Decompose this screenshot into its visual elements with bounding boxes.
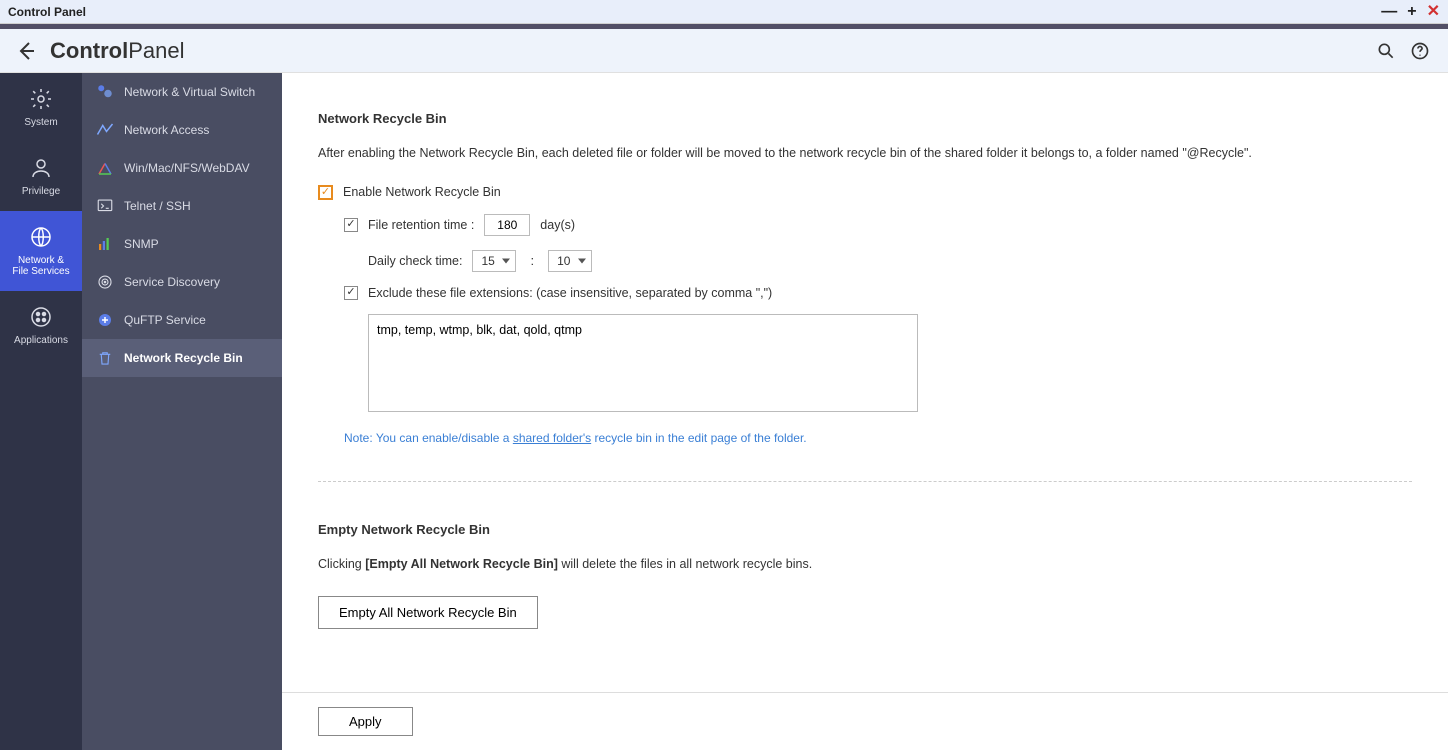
- subnav-network-virtual-switch[interactable]: Network & Virtual Switch: [82, 73, 282, 111]
- globe-icon: [29, 225, 53, 249]
- chart-icon: [96, 235, 114, 253]
- subnav-service-discovery[interactable]: Service Discovery: [82, 263, 282, 301]
- window-title: Control Panel: [8, 5, 1381, 19]
- exclude-extensions-label: Exclude these file extensions: (case ins…: [368, 286, 772, 300]
- time-separator: :: [530, 253, 534, 268]
- subnav-label: SNMP: [124, 237, 159, 251]
- subnav-label: QuFTP Service: [124, 313, 206, 327]
- subnav-label: Win/Mac/NFS/WebDAV: [124, 161, 250, 175]
- window-titlebar: Control Panel — + ✕: [0, 0, 1448, 24]
- retention-unit: day(s): [540, 218, 575, 232]
- shared-folders-link[interactable]: shared folder's: [513, 431, 591, 445]
- enable-recycle-bin-checkbox[interactable]: [318, 185, 333, 200]
- help-button[interactable]: [1406, 37, 1434, 65]
- virtual-switch-icon: [96, 83, 114, 101]
- rail-label: Network & File Services: [12, 255, 69, 277]
- file-retention-checkbox[interactable]: [344, 218, 358, 232]
- rail-label: Privilege: [22, 186, 60, 197]
- network-access-icon: [96, 121, 114, 139]
- rail-item-applications[interactable]: Applications: [0, 291, 82, 360]
- section-divider: [318, 481, 1412, 482]
- subnav-label: Service Discovery: [124, 275, 220, 289]
- exclude-extensions-checkbox[interactable]: [344, 286, 358, 300]
- footer-bar: Apply: [282, 692, 1448, 750]
- rail-label: Applications: [14, 335, 68, 346]
- subnav-label: Network Access: [124, 123, 209, 137]
- exclude-extensions-textarea[interactable]: [368, 314, 918, 412]
- section-title-empty-recycle-bin: Empty Network Recycle Bin: [318, 522, 1412, 537]
- window-close-button[interactable]: ✕: [1427, 4, 1440, 20]
- sub-nav: Network & Virtual Switch Network Access …: [82, 73, 282, 750]
- ftp-icon: [96, 311, 114, 329]
- daily-check-label: Daily check time:: [368, 254, 462, 268]
- protocols-icon: [96, 159, 114, 177]
- window-maximize-button[interactable]: +: [1407, 4, 1416, 20]
- search-button[interactable]: [1372, 37, 1400, 65]
- subnav-snmp[interactable]: SNMP: [82, 225, 282, 263]
- section-title-network-recycle-bin: Network Recycle Bin: [318, 111, 1412, 126]
- file-retention-label: File retention time :: [368, 218, 474, 232]
- apply-button[interactable]: Apply: [318, 707, 413, 736]
- radar-icon: [96, 273, 114, 291]
- window-minimize-button[interactable]: —: [1381, 4, 1397, 20]
- app-title: ControlPanel: [50, 38, 184, 64]
- enable-recycle-bin-label: Enable Network Recycle Bin: [343, 185, 501, 199]
- note-text: Note: You can enable/disable a shared fo…: [344, 431, 1412, 445]
- daily-check-minute-select[interactable]: 10: [548, 250, 592, 272]
- rail-label: System: [24, 117, 57, 128]
- subnav-network-recycle-bin[interactable]: Network Recycle Bin: [82, 339, 282, 377]
- subnav-label: Network & Virtual Switch: [124, 85, 255, 99]
- rail-item-privilege[interactable]: Privilege: [0, 142, 82, 211]
- gear-icon: [29, 87, 53, 111]
- header-bar: ControlPanel: [0, 29, 1448, 73]
- subnav-telnet-ssh[interactable]: Telnet / SSH: [82, 187, 282, 225]
- subnav-network-access[interactable]: Network Access: [82, 111, 282, 149]
- subnav-label: Network Recycle Bin: [124, 351, 243, 365]
- daily-check-hour-select[interactable]: 15: [472, 250, 516, 272]
- terminal-icon: [96, 197, 114, 215]
- subnav-quftp-service[interactable]: QuFTP Service: [82, 301, 282, 339]
- subnav-win-mac-nfs-webdav[interactable]: Win/Mac/NFS/WebDAV: [82, 149, 282, 187]
- subnav-label: Telnet / SSH: [124, 199, 191, 213]
- rail-item-network-file-services[interactable]: Network & File Services: [0, 211, 82, 291]
- section-description: After enabling the Network Recycle Bin, …: [318, 144, 1412, 163]
- empty-all-recycle-bin-button[interactable]: Empty All Network Recycle Bin: [318, 596, 538, 629]
- user-icon: [29, 156, 53, 180]
- back-button[interactable]: [14, 39, 38, 63]
- apps-icon: [29, 305, 53, 329]
- rail-item-system[interactable]: System: [0, 73, 82, 142]
- empty-description: Clicking [Empty All Network Recycle Bin]…: [318, 555, 1412, 574]
- left-rail: System Privilege Network & File Services…: [0, 73, 82, 750]
- recycle-bin-icon: [96, 349, 114, 367]
- file-retention-input[interactable]: [484, 214, 530, 236]
